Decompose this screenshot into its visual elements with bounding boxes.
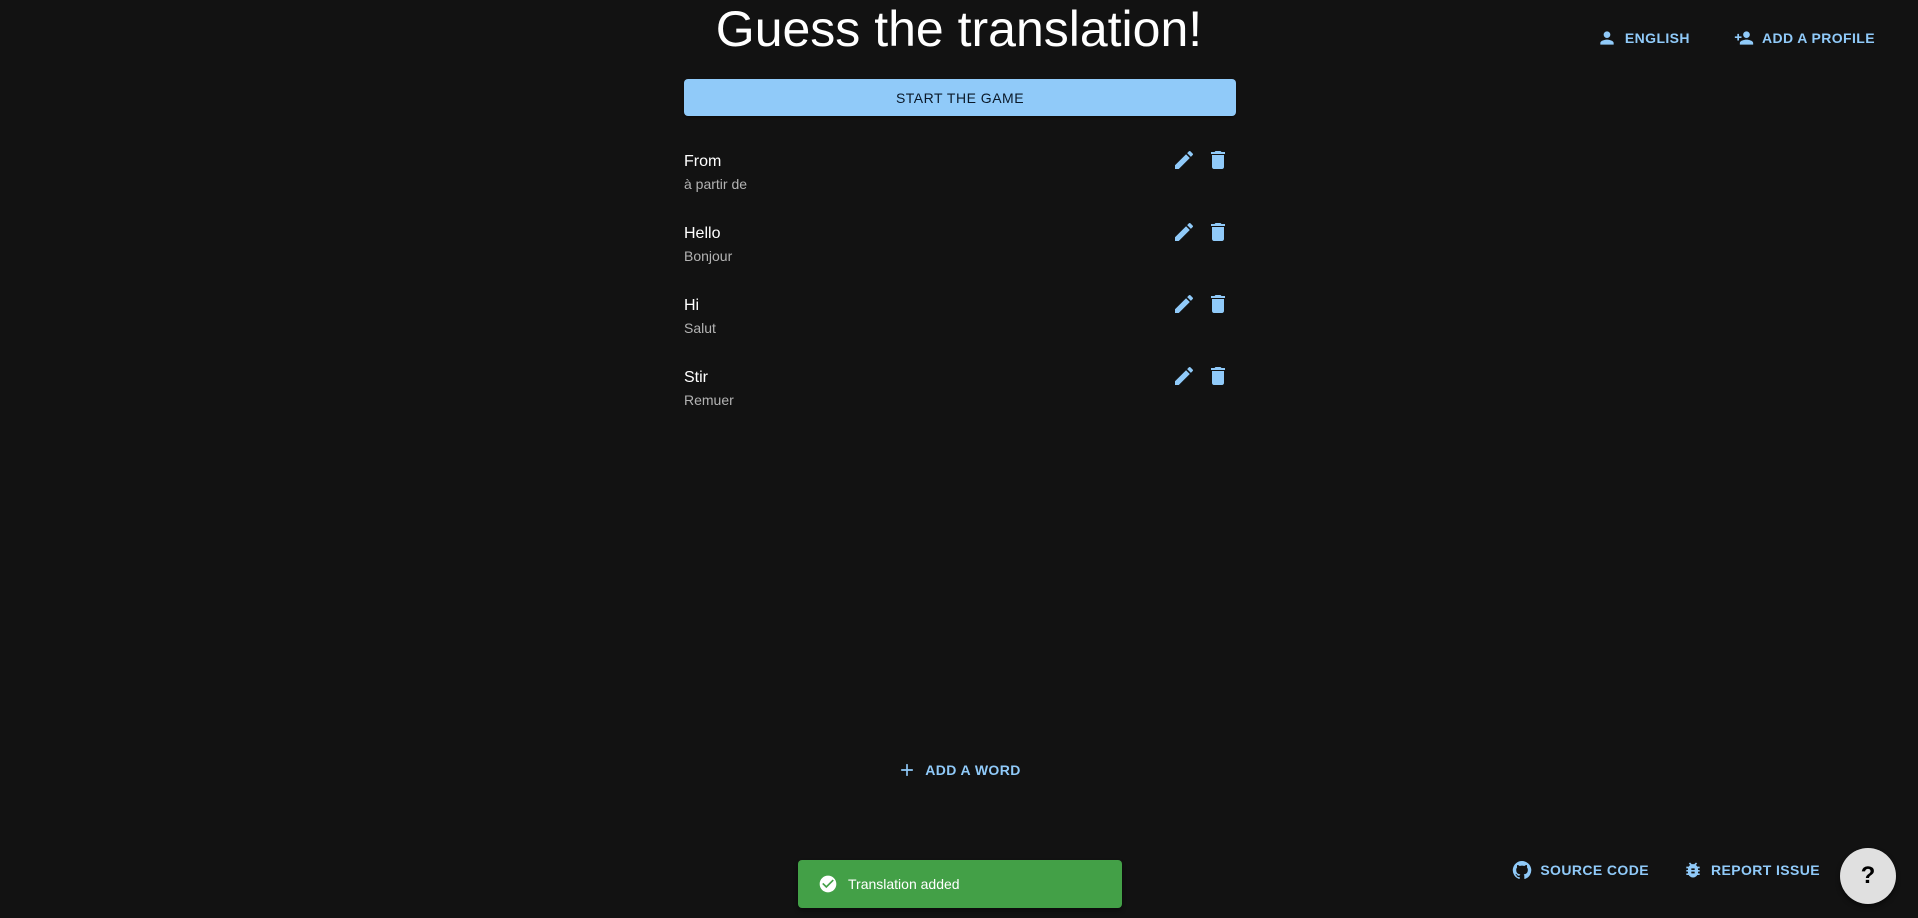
word-translation: Remuer xyxy=(684,392,734,408)
word-translation: à partir de xyxy=(684,176,748,192)
word-translation: Bonjour xyxy=(684,248,733,264)
app-root: Guess the translation! ENGLISH ADD A PRO… xyxy=(0,0,1918,918)
snackbar: Translation added xyxy=(798,860,1122,908)
word-primary: Hello xyxy=(684,225,721,242)
edit-button[interactable] xyxy=(1170,218,1198,246)
word-primary: From xyxy=(684,153,722,170)
trash-icon xyxy=(1211,295,1225,313)
edit-icon xyxy=(1175,366,1194,385)
add-word-button[interactable]: ADD A WORD xyxy=(889,754,1029,786)
word-text: From à partir de xyxy=(684,150,747,194)
bug-icon xyxy=(1686,862,1700,878)
row-actions xyxy=(1170,218,1232,246)
word-list: From à partir de Hello Bonjour Hi Salut … xyxy=(684,136,1236,424)
edit-button[interactable] xyxy=(1170,290,1198,318)
edit-icon xyxy=(1175,222,1194,241)
row-actions xyxy=(1170,146,1232,174)
word-translation: Salut xyxy=(684,320,716,336)
word-primary: Stir xyxy=(684,369,708,386)
source-code-button[interactable]: SOURCE CODE xyxy=(1504,854,1657,886)
language-button[interactable]: ENGLISH xyxy=(1589,22,1698,54)
word-text: Stir Remuer xyxy=(684,366,734,410)
add-profile-button[interactable]: ADD A PROFILE xyxy=(1726,22,1883,54)
row-actions xyxy=(1170,290,1232,318)
edit-icon xyxy=(1175,150,1194,169)
add-profile-label: ADD A PROFILE xyxy=(1761,30,1875,46)
edit-button[interactable] xyxy=(1170,362,1198,390)
delete-button[interactable] xyxy=(1204,290,1232,318)
person-add-icon xyxy=(1734,31,1754,45)
trash-icon xyxy=(1211,367,1225,385)
report-issue-button[interactable]: REPORT ISSUE xyxy=(1675,854,1828,886)
edit-icon xyxy=(1175,294,1194,313)
list-item: Hello Bonjour xyxy=(684,208,1236,280)
person-icon xyxy=(1600,31,1614,45)
plus-icon xyxy=(901,764,914,776)
trash-icon xyxy=(1211,223,1225,241)
start-game-button[interactable]: START THE GAME xyxy=(684,79,1236,116)
list-item: From à partir de xyxy=(684,136,1236,208)
word-primary: Hi xyxy=(684,297,700,314)
help-button[interactable]: ? xyxy=(1840,848,1896,904)
footer-actions: SOURCE CODE REPORT ISSUE xyxy=(1504,854,1828,886)
delete-button[interactable] xyxy=(1204,362,1232,390)
add-word-label: ADD A WORD xyxy=(925,762,1021,778)
word-text: Hi Salut xyxy=(684,294,716,338)
language-label: ENGLISH xyxy=(1624,30,1690,46)
list-item: Stir Remuer xyxy=(684,352,1236,424)
row-actions xyxy=(1170,362,1232,390)
snackbar-message: Translation added xyxy=(848,876,960,892)
word-text: Hello Bonjour xyxy=(684,222,732,266)
report-issue-label: REPORT ISSUE xyxy=(1710,862,1820,878)
github-icon xyxy=(1513,861,1532,879)
check-circle-icon xyxy=(819,875,837,893)
list-item: Hi Salut xyxy=(684,280,1236,352)
trash-icon xyxy=(1211,151,1225,169)
delete-button[interactable] xyxy=(1204,218,1232,246)
edit-button[interactable] xyxy=(1170,146,1198,174)
source-code-label: SOURCE CODE xyxy=(1540,862,1649,878)
top-actions: ENGLISH ADD A PROFILE xyxy=(1589,22,1883,54)
delete-button[interactable] xyxy=(1204,146,1232,174)
add-word-container: ADD A WORD xyxy=(0,754,1918,786)
